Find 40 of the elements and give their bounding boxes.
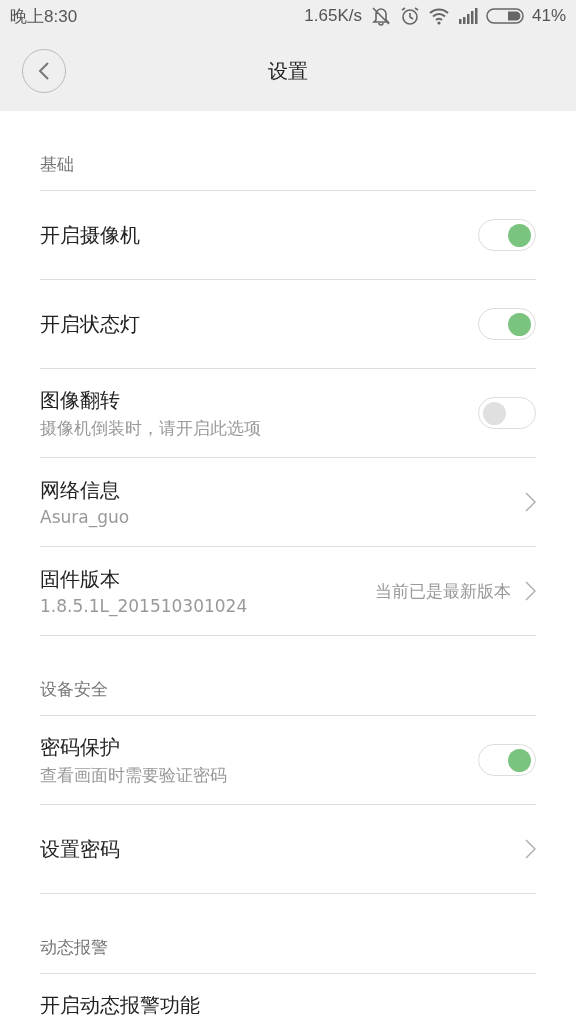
row-title: 固件版本 [40,566,121,593]
row-subtitle: 查看画面时需要验证密码 [40,763,227,787]
wifi-icon [427,7,450,25]
row-title: 开启摄像机 [40,221,140,249]
row-title: 图像翻转 [40,386,121,414]
settings-row[interactable]: 图像翻转 摄像机倒装时，请开启此选项 [40,369,536,458]
settings-row[interactable]: 网络信息 Asura_guo [40,458,536,547]
settings-row[interactable]: 固件版本 1.8.5.1L_201510301024 当前已是最新版本 [40,547,536,636]
settings-row[interactable]: 设置密码 [40,805,536,894]
toggle-switch[interactable] [478,744,536,776]
settings-row[interactable]: 密码保护 查看画面时需要验证密码 [40,716,536,805]
battery-icon [485,8,524,24]
row-subtitle: Asura_guo [40,507,130,527]
page-title: 设置 [267,57,309,85]
chevron-left-icon [38,61,50,81]
battery-percent: 41% [531,6,566,26]
section-header: 基础 [40,111,536,191]
toggle-switch[interactable] [478,308,536,340]
row-subtitle: 摄像机倒装时，请开启此选项 [40,416,261,440]
chevron-icon [525,581,536,601]
settings-row[interactable]: 开启摄像机 [40,191,536,280]
signal-icon [457,8,478,24]
mute-bell-icon [369,6,392,26]
row-subtitle: 1.8.5.1L_201510301024 [40,596,248,616]
row-title: 密码保护 [40,733,121,761]
section-header: 动态报警 [40,894,536,974]
row-title: 设置密码 [40,835,120,863]
chevron-icon [525,492,536,512]
row-title: 开启动态报警功能 [40,992,200,1019]
alarm-clock-icon [399,6,420,26]
toggle-switch[interactable] [478,397,536,429]
toggle-switch[interactable] [478,219,536,251]
row-title: 开启状态灯 [40,310,140,338]
chevron-icon [525,839,536,859]
section-header: 设备安全 [40,636,536,716]
row-title: 网络信息 [40,477,121,504]
status-time: 晚上8:30 [10,5,78,28]
row-value: 当前已是最新版本 [375,579,511,603]
network-speed: 1.65K/s [304,6,362,26]
settings-row[interactable]: 开启状态灯 [40,280,536,369]
